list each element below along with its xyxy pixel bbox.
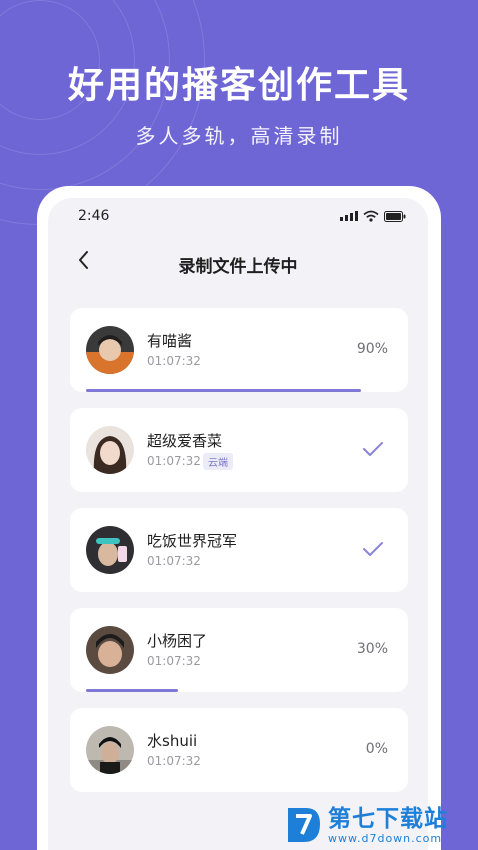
checkmark-icon <box>363 542 383 556</box>
watermark-url: www.d7down.com <box>328 831 443 845</box>
upload-duration: 01:07:32 <box>147 654 201 668</box>
phone-screen: 2:46 录制文件上传中 有喵酱 01:07:32 90% 超级爱香菜 01:0… <box>48 198 428 850</box>
cloud-tag: 云端 <box>203 453 233 470</box>
upload-item-1[interactable]: 有喵酱 01:07:32 90% <box>70 308 408 392</box>
page-title: 录制文件上传中 <box>178 257 298 277</box>
status-icons <box>340 210 406 222</box>
checkmark-icon <box>363 442 383 456</box>
upload-name: 小杨困了 <box>147 632 208 650</box>
upload-duration: 01:07:32 <box>147 354 201 368</box>
watermark-logo-icon <box>288 808 320 842</box>
upload-item-4[interactable]: 小杨困了 01:07:32 30% <box>70 608 408 692</box>
upload-percent: 0% <box>365 741 388 757</box>
upload-duration: 01:07:32 <box>147 554 201 568</box>
avatar <box>86 426 134 474</box>
upload-progress-bar <box>86 689 178 692</box>
upload-percent: 90% <box>356 341 388 357</box>
upload-name: 有喵酱 <box>147 332 193 350</box>
promo-headline: 好用的播客创作工具 <box>67 65 410 106</box>
upload-item-5[interactable]: 水shuii 01:07:32 0% <box>70 708 408 792</box>
wifi-icon <box>363 210 379 222</box>
upload-percent: 30% <box>356 641 388 657</box>
watermark-name: 第七下载站 <box>328 805 448 832</box>
avatar <box>86 326 134 374</box>
status-time: 2:46 <box>78 208 110 224</box>
upload-name: 水shuii <box>147 732 198 750</box>
signal-icon <box>340 211 358 221</box>
avatar <box>86 726 134 774</box>
watermark: 第七下载站 www.d7down.com <box>284 800 478 850</box>
avatar <box>86 526 134 574</box>
upload-item-3[interactable]: 吃饭世界冠军 01:07:32 <box>70 508 408 592</box>
upload-progress-bar <box>86 389 361 392</box>
avatar <box>86 626 134 674</box>
upload-item-2[interactable]: 超级爱香菜 01:07:32 云端 <box>70 408 408 492</box>
upload-duration: 01:07:32 <box>147 754 201 768</box>
upload-duration: 01:07:32 <box>147 454 201 468</box>
promo-subline: 多人多轨，高清录制 <box>135 124 343 148</box>
upload-name: 吃饭世界冠军 <box>147 532 238 550</box>
battery-icon <box>384 210 406 222</box>
upload-name: 超级爱香菜 <box>147 432 223 450</box>
